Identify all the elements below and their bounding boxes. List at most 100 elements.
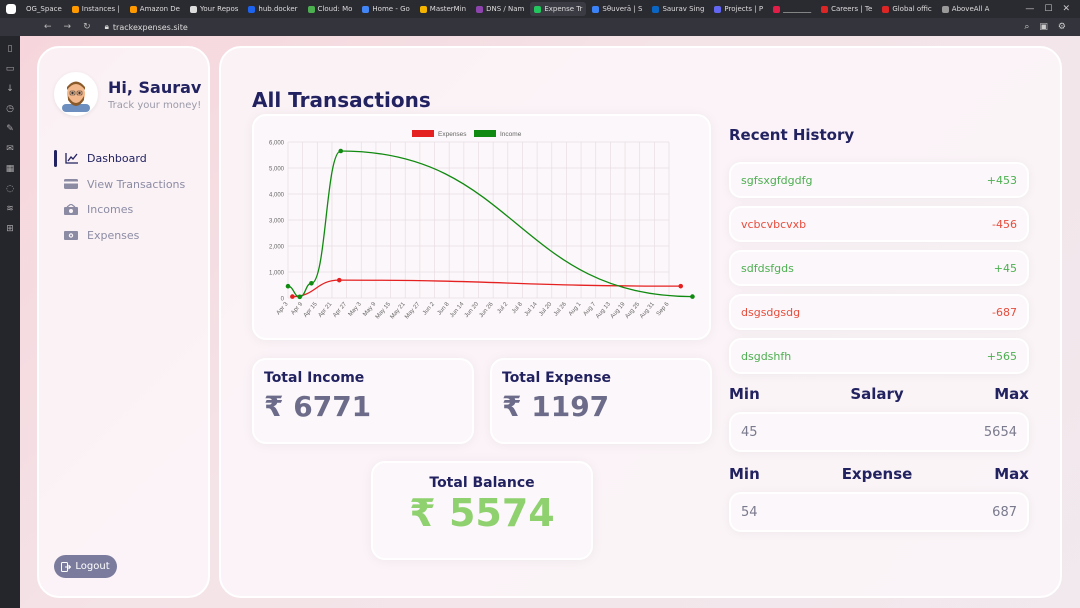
salary-max-value: 5654 xyxy=(983,424,1017,440)
maximize-icon[interactable]: ☐ xyxy=(1044,4,1052,14)
page-title: All Transactions xyxy=(252,88,431,112)
y-tick-label: 6,000 xyxy=(269,141,285,147)
sidebar-item-incomes[interactable]: Incomes xyxy=(54,197,204,223)
browser-tab[interactable]: hub.docker xyxy=(244,2,301,16)
chat-icon[interactable]: ◌ xyxy=(6,184,14,194)
browser-tab[interactable]: Cloud: Mo xyxy=(304,2,357,16)
history-item-title: sdfdsfgds xyxy=(741,261,794,275)
browser-tab[interactable]: MasterMin xyxy=(416,2,470,16)
calendar-icon[interactable]: ▦ xyxy=(6,164,15,174)
url-field[interactable]: 🔒︎ trackexpenses.site xyxy=(105,22,188,32)
total-income-card: Total Income ₹ 6771 xyxy=(252,358,474,444)
browser-tab-bar: OG_Space Instances | Amazon De Your Repos h… xyxy=(0,0,1080,18)
history-item-amount: +45 xyxy=(993,261,1017,275)
credit-card-icon xyxy=(63,179,79,190)
tab-favicon-icon xyxy=(307,5,315,13)
tab-favicon-icon xyxy=(534,5,542,13)
extensions-icon[interactable]: ▣ xyxy=(1039,22,1048,32)
browser-tab[interactable]: Expense Tr xyxy=(530,2,587,16)
series-line-expenses xyxy=(292,279,681,298)
reader-icon[interactable]: ▭ xyxy=(6,64,15,74)
browser-tab-label: DNS / Nam xyxy=(486,5,525,13)
tab-favicon-icon xyxy=(248,5,256,13)
tab-favicon-icon xyxy=(476,5,484,13)
legend-swatch xyxy=(474,130,496,137)
expense-range-header: Min Expense Max xyxy=(729,465,1029,483)
browser-tab[interactable]: Projects | P xyxy=(710,2,767,16)
browser-tab-label: Cloud: Mo xyxy=(317,5,353,13)
browser-tab[interactable]: Instances | xyxy=(68,2,124,16)
history-item-title: sgfsxgfdgdfg xyxy=(741,173,813,187)
app-viewport: Hi, Saurav Track your money! Dashboard Vi… xyxy=(20,36,1080,608)
close-icon[interactable]: ✕ xyxy=(1062,4,1070,14)
browser-tab[interactable]: Saurav Sing xyxy=(648,2,708,16)
tab-favicon-icon xyxy=(592,5,600,13)
tab-favicon-icon xyxy=(882,5,890,13)
browser-side-panel: ▯ ▭ ↓ ◷ ✎ ✉ ▦ ◌ ≋ ⊞ xyxy=(0,36,20,608)
browser-tab[interactable]: ________ xyxy=(769,2,815,16)
data-point xyxy=(290,294,295,299)
x-tick-label: Jun 26 xyxy=(479,301,496,319)
browser-tab-label: Global offic xyxy=(892,5,932,13)
sidebar-item-expenses[interactable]: Expenses xyxy=(54,223,204,249)
bookmark-icon[interactable]: ▯ xyxy=(8,44,13,54)
sidebar-item-view-transactions[interactable]: View Transactions xyxy=(54,172,204,198)
settings-icon[interactable]: ⚙ xyxy=(1058,22,1066,32)
avatar xyxy=(54,72,98,116)
browser-tab[interactable]: Global offic xyxy=(878,2,935,16)
user-profile: Hi, Saurav Track your money! xyxy=(54,72,201,116)
y-tick-label: 1,000 xyxy=(269,271,285,277)
x-tick-label: Sep 6 xyxy=(656,301,671,317)
browser-tab[interactable]: DNS / Nam xyxy=(472,2,528,16)
feed-icon[interactable]: ≋ xyxy=(6,204,14,214)
greeting: Hi, Saurav xyxy=(108,77,202,97)
browser-tab[interactable]: Home - Go xyxy=(358,2,413,16)
x-tick-label: Apr 3 xyxy=(276,301,290,316)
mail-icon[interactable]: ✉ xyxy=(6,144,14,154)
minimize-icon[interactable]: — xyxy=(1025,4,1034,14)
add-panel-icon[interactable]: ⊞ xyxy=(6,224,14,234)
browser-tab[interactable]: Amazon De xyxy=(126,2,184,16)
logout-button[interactable]: Logout xyxy=(54,555,117,578)
search-icon[interactable]: ⌕ xyxy=(1024,22,1029,32)
tab-favicon-icon xyxy=(419,5,427,13)
browser-tab-label: Home - Go xyxy=(372,5,410,13)
browser-tab[interactable]: Careers | Te xyxy=(817,2,876,16)
browser-tab-label: MasterMin xyxy=(429,5,467,13)
x-tick-label: Jun 2 xyxy=(422,301,436,317)
browser-tab-label: Saurav Sing xyxy=(662,5,705,13)
x-tick-label: Aug 31 xyxy=(639,301,656,320)
x-tick-label: Apr 15 xyxy=(303,301,319,319)
browser-tab[interactable]: Sθuverā | S xyxy=(588,2,646,16)
y-tick-label: 2,000 xyxy=(269,245,285,251)
browser-tab-label: Projects | P xyxy=(724,5,764,13)
history-item-title: dsgsdgsdg xyxy=(741,305,801,319)
history-icon[interactable]: ◷ xyxy=(6,104,14,114)
x-tick-label: Jun 20 xyxy=(464,301,481,319)
browser-tab[interactable]: Your Repos xyxy=(186,2,242,16)
history-item: dsgsdgsdg -687 xyxy=(729,294,1029,330)
workspace-tab[interactable]: OG_Space xyxy=(22,2,66,16)
back-icon[interactable]: ← xyxy=(44,22,52,32)
data-point xyxy=(309,281,314,286)
legend-label: Income xyxy=(500,131,522,138)
expense-range-title: Expense xyxy=(841,465,913,483)
download-icon[interactable]: ↓ xyxy=(6,84,14,94)
x-tick-label: Jul 2 xyxy=(497,301,510,315)
reload-icon[interactable]: ↻ xyxy=(83,22,91,32)
forward-icon[interactable]: → xyxy=(64,22,72,32)
window-controls: — ☐ ✕ xyxy=(1025,4,1080,14)
history-item-title: vcbcvbcvxb xyxy=(741,217,807,231)
browser-tab[interactable]: AboveAll A xyxy=(938,2,994,16)
sidebar-item-dashboard[interactable]: Dashboard xyxy=(54,146,204,172)
expense-max-label: Max xyxy=(994,465,1029,483)
sidebar-item-label: Dashboard xyxy=(87,152,147,166)
tab-favicon-icon xyxy=(129,5,137,13)
salary-range-title: Salary xyxy=(850,385,904,403)
notes-icon[interactable]: ✎ xyxy=(6,124,14,134)
browser-menu-button[interactable] xyxy=(0,2,20,16)
logout-label: Logout xyxy=(75,561,110,572)
total-expense-label: Total Expense xyxy=(502,370,612,386)
address-bar: ← → ↻ 🔒︎ trackexpenses.site ⌕ ▣ ⚙ xyxy=(0,18,1080,36)
x-tick-label: Jul 14 xyxy=(524,301,539,318)
